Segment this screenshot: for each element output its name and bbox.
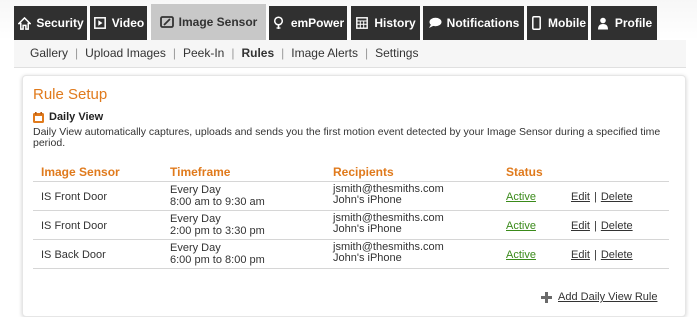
add-rule-label: Add Daily View Rule xyxy=(558,291,658,303)
column-header-image-sensor: Image Sensor xyxy=(41,165,120,179)
lightbulb-icon xyxy=(272,16,286,30)
tab-image-sensor[interactable]: Image Sensor xyxy=(151,4,266,40)
cell-recipients: jsmith@thesmiths.com John's iPhone xyxy=(333,213,444,235)
speech-bubble-icon xyxy=(428,16,442,30)
row-actions: Edit | Delete xyxy=(571,220,633,232)
column-header-recipients: Recipients xyxy=(333,165,394,179)
subnav-separator: | xyxy=(364,46,369,60)
timeframe-hours: 6:00 pm to 8:00 pm xyxy=(170,254,265,266)
delete-link[interactable]: Delete xyxy=(601,191,633,203)
edit-link[interactable]: Edit xyxy=(571,220,590,232)
tab-empower[interactable]: emPower xyxy=(269,6,347,40)
recipient-device: John's iPhone xyxy=(333,223,402,235)
cell-timeframe: Every Day 8:00 am to 9:30 am xyxy=(170,184,265,208)
row-actions: Edit | Delete xyxy=(571,191,633,203)
delete-link[interactable]: Delete xyxy=(601,220,633,232)
cell-image-sensor: IS Front Door xyxy=(41,220,108,232)
sub-nav-links: Gallery | Upload Images | Peek-In | Rule… xyxy=(30,46,418,60)
cell-image-sensor: IS Back Door xyxy=(41,249,106,261)
action-separator: | xyxy=(593,249,597,261)
action-separator: | xyxy=(593,191,597,203)
tab-mobile[interactable]: Mobile xyxy=(527,6,588,40)
tab-label: Profile xyxy=(614,16,653,30)
recipient-device: John's iPhone xyxy=(333,194,402,206)
subnav-separator: | xyxy=(172,46,176,60)
timeframe-days: Every Day xyxy=(170,242,221,254)
timeframe-days: Every Day xyxy=(170,213,221,225)
table-row: IS Back Door Every Day 6:00 pm to 8:00 p… xyxy=(33,240,669,269)
status-link[interactable]: Active xyxy=(506,249,536,261)
tab-security[interactable]: Security xyxy=(14,6,87,40)
user-icon xyxy=(596,16,610,30)
section-description: Daily View automatically captures, uploa… xyxy=(33,126,661,149)
plus-icon xyxy=(541,291,552,303)
add-daily-view-rule-button[interactable]: Add Daily View Rule xyxy=(541,291,657,303)
cell-timeframe: Every Day 6:00 pm to 8:00 pm xyxy=(170,242,265,266)
row-actions: Edit | Delete xyxy=(571,249,633,261)
column-header-status: Status xyxy=(506,165,543,179)
cell-recipients: jsmith@thesmiths.com John's iPhone xyxy=(333,242,444,264)
action-separator: | xyxy=(593,220,597,232)
subnav-rules[interactable]: Rules xyxy=(241,46,274,60)
status-link[interactable]: Active xyxy=(506,220,536,232)
tab-label: emPower xyxy=(290,16,345,30)
table-row: IS Front Door Every Day 8:00 am to 9:30 … xyxy=(33,182,669,211)
edit-link[interactable]: Edit xyxy=(571,191,590,203)
recipient-device: John's iPhone xyxy=(333,252,402,264)
rules-table: Image Sensor Timeframe Recipients Status… xyxy=(33,163,669,269)
subnav-separator: | xyxy=(231,46,235,60)
home-icon xyxy=(17,16,31,30)
daily-view-heading: Daily View xyxy=(33,111,103,123)
subnav-upload-images[interactable]: Upload Images xyxy=(85,46,166,60)
tab-history[interactable]: History xyxy=(351,6,420,40)
mobile-phone-icon xyxy=(529,16,543,30)
sub-navigation: Gallery | Upload Images | Peek-In | Rule… xyxy=(14,40,686,68)
tab-label: Mobile xyxy=(548,16,586,30)
subnav-settings[interactable]: Settings xyxy=(375,46,418,60)
tab-notifications[interactable]: Notifications xyxy=(423,6,524,40)
table-header: Image Sensor Timeframe Recipients Status xyxy=(33,163,669,182)
calendar-grid-icon xyxy=(355,16,369,30)
video-play-icon xyxy=(93,16,107,30)
column-header-timeframe: Timeframe xyxy=(170,165,231,179)
edit-link[interactable]: Edit xyxy=(571,249,590,261)
tab-label: History xyxy=(374,16,416,30)
page-title: Rule Setup xyxy=(33,86,108,103)
subnav-gallery[interactable]: Gallery xyxy=(30,46,68,60)
status-link[interactable]: Active xyxy=(506,191,536,203)
rule-setup-panel: Rule Setup Daily View Daily View automat… xyxy=(22,75,686,317)
timeframe-hours: 8:00 am to 9:30 am xyxy=(170,196,265,208)
section-title: Daily View xyxy=(49,111,104,123)
subnav-peek-in[interactable]: Peek-In xyxy=(183,46,224,60)
subnav-separator: | xyxy=(281,46,285,60)
timeframe-days: Every Day xyxy=(170,184,221,196)
delete-link[interactable]: Delete xyxy=(601,249,633,261)
subnav-separator: | xyxy=(75,46,79,60)
tab-label: Notifications xyxy=(446,16,520,30)
subnav-image-alerts[interactable]: Image Alerts xyxy=(291,46,358,60)
cell-recipients: jsmith@thesmiths.com John's iPhone xyxy=(333,184,444,206)
tab-label: Video xyxy=(111,16,145,30)
cell-image-sensor: IS Front Door xyxy=(41,191,108,203)
timeframe-hours: 2:00 pm to 3:30 pm xyxy=(170,225,265,237)
tab-label: Security xyxy=(36,16,84,30)
main-tab-bar: Security Video Image Sensor emPower Hist… xyxy=(0,0,697,40)
calendar-icon xyxy=(33,111,44,123)
table-row: IS Front Door Every Day 2:00 pm to 3:30 … xyxy=(33,211,669,240)
tab-profile[interactable]: Profile xyxy=(591,6,657,40)
tab-label: Image Sensor xyxy=(178,15,258,29)
cell-timeframe: Every Day 2:00 pm to 3:30 pm xyxy=(170,213,265,237)
image-sensor-icon xyxy=(159,15,174,29)
tab-video[interactable]: Video xyxy=(90,6,147,40)
